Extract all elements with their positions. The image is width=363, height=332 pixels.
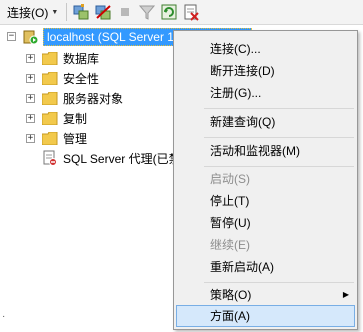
expand-toggle[interactable]: + [26,94,35,103]
expand-toggle[interactable]: + [26,74,35,83]
menu-item-label: 暂停(U) [210,216,251,230]
menu-item-policies[interactable]: 策略(O) ▶ [176,284,355,306]
object-explorer-toolbar: 连接(O) ▼ [0,0,363,25]
menu-item-label: 注册(G)... [210,86,262,100]
menu-item-register[interactable]: 注册(G)... [176,82,355,104]
menu-item-new-query[interactable]: 新建查询(Q) [176,111,355,133]
expand-toggle[interactable]: + [26,54,35,63]
expand-toggle[interactable]: + [26,114,35,123]
connect-dropdown-button[interactable]: 连接(O) ▼ [4,2,61,22]
menu-item-activity-monitor[interactable]: 活动和监视器(M) [176,140,355,162]
remove-filter-icon[interactable] [182,3,200,21]
menu-item-label: 停止(T) [210,194,250,208]
tree-node-security[interactable]: 安全性 [42,68,99,88]
disconnect-icon[interactable] [94,3,112,21]
menu-separator [204,137,354,138]
dropdown-arrow-icon: ▼ [51,8,59,16]
menu-item-label: 方面(A) [210,309,250,323]
tree-node-label: 复制 [63,111,88,126]
folder-icon [42,51,58,65]
tree-node-label: 管理 [63,131,88,146]
tree-node-management[interactable]: 管理 [42,128,87,148]
collapse-toggle[interactable]: − [7,32,16,41]
menu-separator [204,166,354,167]
tree-node-server-objects[interactable]: 服务器对象 [42,88,123,108]
tree-node-label: 数据库 [63,51,100,66]
folder-icon [42,131,58,145]
menu-item-label: 新建查询(Q) [210,115,276,129]
menu-separator [204,282,354,283]
filter-icon[interactable] [138,3,156,21]
menu-separator [204,108,354,109]
menu-item-label: 断开连接(D) [210,64,275,78]
menu-item-label: 策略(O) [210,288,252,302]
folder-icon [42,111,58,125]
sql-agent-icon [43,150,57,166]
server-context-menu: 连接(C)... 断开连接(D) 注册(G)... 新建查询(Q) 活动和监视器… [173,30,358,330]
connect-object-explorer-icon[interactable] [72,3,90,21]
menu-item-disconnect[interactable]: 断开连接(D) [176,60,355,82]
menu-item-label: 启动(S) [210,172,250,186]
menu-item-pause[interactable]: 暂停(U) [176,212,355,234]
menu-item-facets[interactable]: 方面(A) [176,305,355,327]
submenu-arrow-icon: ▶ [342,290,349,299]
menu-item-label: 继续(E) [210,238,250,252]
tree-node-replication[interactable]: 复制 [42,108,87,128]
menu-item-stop[interactable]: 停止(T) [176,190,355,212]
menu-item-restart[interactable]: 重新启动(A) [176,256,355,278]
expand-toggle[interactable]: + [26,134,35,143]
tree-node-databases[interactable]: 数据库 [42,48,99,68]
menu-item-connect[interactable]: 连接(C)... [176,38,355,60]
menu-item-label: 重新启动(A) [210,260,274,274]
tree-indicator-dot: · [2,311,6,322]
toolbar-separator [66,3,68,21]
server-running-icon [23,30,39,45]
folder-icon [42,71,58,85]
folder-icon [42,91,58,105]
menu-item-resume[interactable]: 继续(E) [176,234,355,256]
connect-label: 连接(O) [7,5,49,20]
tree-node-label: 安全性 [63,71,100,86]
stop-icon[interactable] [116,3,134,21]
menu-item-label: 活动和监视器(M) [210,144,300,158]
menu-item-label: 连接(C)... [210,42,261,56]
menu-item-start[interactable]: 启动(S) [176,168,355,190]
tree-node-label: 服务器对象 [63,91,124,106]
refresh-icon[interactable] [160,3,178,21]
